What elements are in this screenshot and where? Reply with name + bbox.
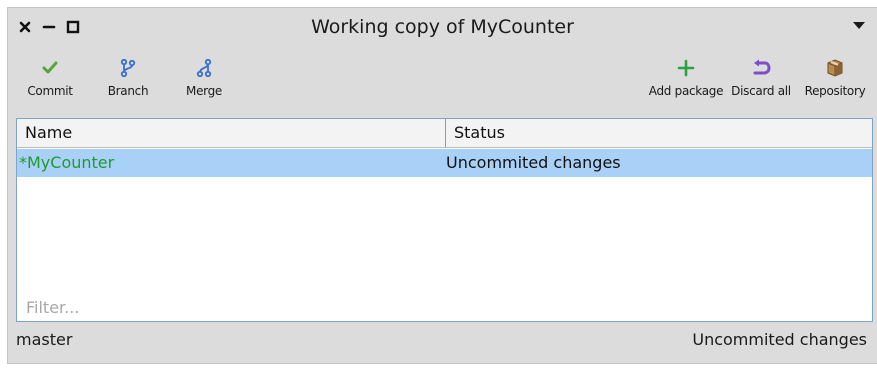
- package-box-icon: [825, 56, 845, 80]
- discard-all-button[interactable]: Discard all: [726, 56, 796, 106]
- package-status-cell: Uncommited changes: [446, 153, 621, 172]
- package-name-cell: *MyCounter: [19, 153, 115, 172]
- repository-button[interactable]: Repository: [798, 56, 872, 106]
- window-title: Working copy of MyCounter: [311, 16, 574, 38]
- table-header: Name Status: [17, 119, 872, 148]
- filter-input[interactable]: [18, 294, 871, 320]
- plus-icon: [677, 56, 695, 80]
- packages-table: Name Status *MyCounter Uncommited change…: [16, 118, 873, 322]
- merge-label: Merge: [186, 84, 222, 98]
- add-package-button[interactable]: Add package: [648, 56, 724, 106]
- checkmark-icon: [42, 56, 58, 80]
- column-header-status[interactable]: Status: [445, 119, 872, 147]
- dropdown-arrow-icon[interactable]: [853, 22, 865, 29]
- add-package-label: Add package: [648, 84, 724, 98]
- working-copy-status: Uncommited changes: [692, 330, 867, 349]
- discard-all-label: Discard all: [731, 84, 791, 98]
- table-row[interactable]: *MyCounter Uncommited changes: [17, 149, 872, 177]
- commit-button[interactable]: Commit: [20, 56, 80, 106]
- branch-icon: [120, 56, 136, 80]
- repository-label: Repository: [804, 84, 866, 98]
- branch-button[interactable]: Branch: [98, 56, 158, 106]
- merge-button[interactable]: Merge: [174, 56, 234, 106]
- working-copy-window: Working copy of MyCounter Commit Branch: [7, 7, 877, 364]
- title-bar: Working copy of MyCounter: [8, 8, 877, 48]
- undo-icon: [751, 56, 771, 80]
- branch-name: master: [16, 330, 73, 349]
- commit-label: Commit: [27, 84, 73, 98]
- merge-icon: [196, 56, 212, 80]
- branch-label: Branch: [107, 84, 149, 98]
- column-header-name[interactable]: Name: [17, 119, 445, 147]
